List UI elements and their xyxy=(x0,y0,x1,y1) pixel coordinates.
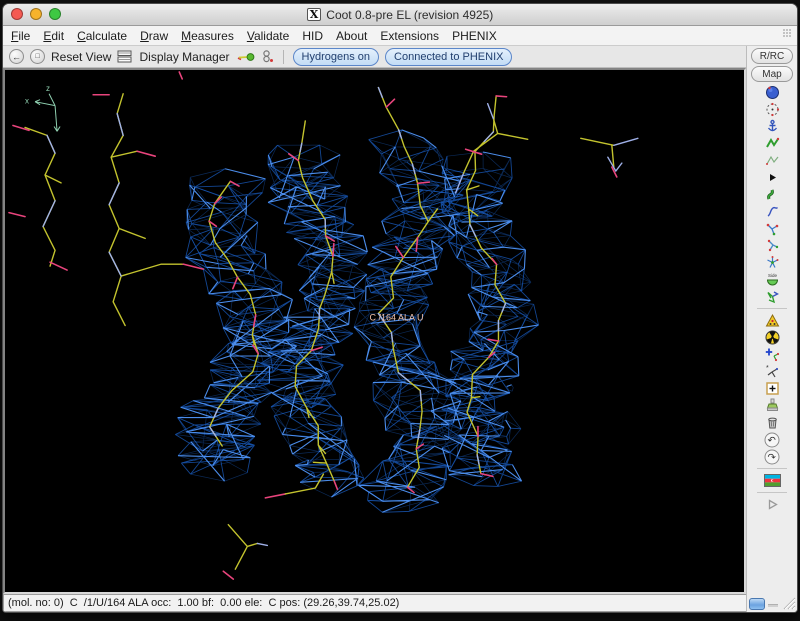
auto-fit-rotamer-icon[interactable] xyxy=(763,135,781,152)
redo-icon[interactable]: ↷ xyxy=(763,448,781,465)
hydrogen-atom-icon[interactable] xyxy=(261,50,274,63)
delete-item-icon[interactable] xyxy=(763,414,781,431)
resize-grip[interactable] xyxy=(781,597,796,610)
svg-text:*: * xyxy=(766,365,769,372)
coot-window: X Coot 0.8-pre EL (revision 4925) File E… xyxy=(2,3,798,613)
axes-gizmo: x z xyxy=(25,84,60,132)
svg-text:↶: ↶ xyxy=(768,435,776,446)
atom-label: C /164 ALA U xyxy=(369,313,423,323)
sidebar-separator xyxy=(757,492,787,493)
stray-bond xyxy=(179,72,182,79)
residue-fragment-bottom xyxy=(223,525,267,579)
sidebar-scrollbar xyxy=(747,597,797,612)
display-manager-button[interactable]: Display Manager xyxy=(139,50,229,64)
menu-bar: File Edit Calculate Draw Measures Valida… xyxy=(3,26,797,46)
sidebar-separator xyxy=(757,468,787,469)
back-arrow-icon: ← xyxy=(12,52,21,62)
status-bar: (mol. no: 0) C /1/U/164 ALA occ: 1.00 bf… xyxy=(3,594,746,612)
window-title: Coot 0.8-pre EL (revision 4925) xyxy=(326,8,493,22)
stop-nav-button[interactable]: □ xyxy=(30,49,45,64)
right-toolbar: R/RC Map xyxy=(746,46,797,612)
electron-density-mesh xyxy=(175,130,538,512)
menu-calculate[interactable]: Calculate xyxy=(77,29,127,43)
run-refmac-icon[interactable] xyxy=(763,329,781,346)
add-terminal-residue-icon[interactable] xyxy=(763,346,781,363)
menu-draw[interactable]: Draw xyxy=(140,29,168,43)
3d-canvas-frame: x z xyxy=(3,68,746,594)
rotamers-icon[interactable] xyxy=(763,152,781,169)
menu-file[interactable]: File xyxy=(11,29,30,43)
undo-nav-button[interactable]: ← xyxy=(9,49,24,64)
residue-fragment-left1 xyxy=(9,125,67,270)
sphere-refine-icon[interactable] xyxy=(763,84,781,101)
place-atom-pointer-icon[interactable] xyxy=(763,380,781,397)
3d-canvas[interactable]: x z xyxy=(5,70,744,592)
phenix-connection-button[interactable]: Connected to PHENIX xyxy=(385,48,512,66)
run-script-icon[interactable] xyxy=(763,496,781,513)
maximize-button[interactable] xyxy=(49,8,61,20)
close-button[interactable] xyxy=(11,8,23,20)
menu-extensions[interactable]: Extensions xyxy=(380,29,439,43)
jiggle-fit-icon[interactable] xyxy=(763,254,781,271)
torsion-general-icon[interactable] xyxy=(763,203,781,220)
axis-z-label: z xyxy=(46,84,50,93)
mutate-residue-icon[interactable] xyxy=(763,288,781,305)
anchor-fix-atoms-icon[interactable] xyxy=(763,118,781,135)
title-bar[interactable]: X Coot 0.8-pre EL (revision 4925) xyxy=(3,4,797,26)
expand-arrow-icon[interactable] xyxy=(763,169,781,186)
regularize-zone-icon[interactable] xyxy=(763,101,781,118)
menu-about[interactable]: About xyxy=(336,29,367,43)
replace-fragment-icon[interactable] xyxy=(763,397,781,414)
toolbar-separator xyxy=(283,50,284,64)
edit-chi-angles-icon[interactable] xyxy=(763,237,781,254)
hydrogens-toggle-button[interactable]: Hydrogens on xyxy=(293,48,380,66)
scrollbar-track[interactable] xyxy=(768,604,778,607)
status-text: (mol. no: 0) C /1/U/164 ALA occ: 1.00 bf… xyxy=(8,597,399,609)
delete-atom-icon[interactable]: * xyxy=(763,363,781,380)
x11-logo-icon: X xyxy=(307,8,322,21)
menu-hid[interactable]: HID xyxy=(302,29,323,43)
menu-validate[interactable]: Validate xyxy=(247,29,290,43)
window-title-group: X Coot 0.8-pre EL (revision 4925) xyxy=(307,8,494,22)
rotate-translate-icon[interactable] xyxy=(763,220,781,237)
rrc-button[interactable]: R/RC xyxy=(751,48,793,64)
undo-icon[interactable]: ↶ xyxy=(763,431,781,448)
sidebar-separator xyxy=(757,308,787,309)
menu-measures[interactable]: Measures xyxy=(181,29,234,43)
traffic-lights xyxy=(11,8,61,20)
menu-phenix[interactable]: PHENIX xyxy=(452,29,497,43)
flip-peptide-icon[interactable] xyxy=(763,186,781,203)
menu-edit[interactable]: Edit xyxy=(43,29,64,43)
reset-view-button[interactable]: Reset View xyxy=(51,50,111,64)
display-manager-icon xyxy=(117,50,133,63)
square-icon: □ xyxy=(35,53,39,60)
key-bond-icon[interactable] xyxy=(236,51,255,63)
simple-mutate-icon[interactable] xyxy=(763,312,781,329)
flag-icon[interactable] xyxy=(763,472,781,489)
axis-x-label: x xyxy=(25,97,29,106)
minimize-button[interactable] xyxy=(30,8,42,20)
svg-text:↷: ↷ xyxy=(768,452,777,463)
flip-sidechain-icon[interactable]: Side xyxy=(763,271,781,288)
svg-text:Side: Side xyxy=(768,273,778,278)
toolbar-grip-icon[interactable] xyxy=(783,29,791,37)
scrollbar-thumb[interactable] xyxy=(749,598,765,610)
residue-fragment-topright2 xyxy=(581,138,638,177)
map-button[interactable]: Map xyxy=(751,66,793,82)
main-toolbar: ← □ Reset View Display Manager xyxy=(3,46,746,68)
